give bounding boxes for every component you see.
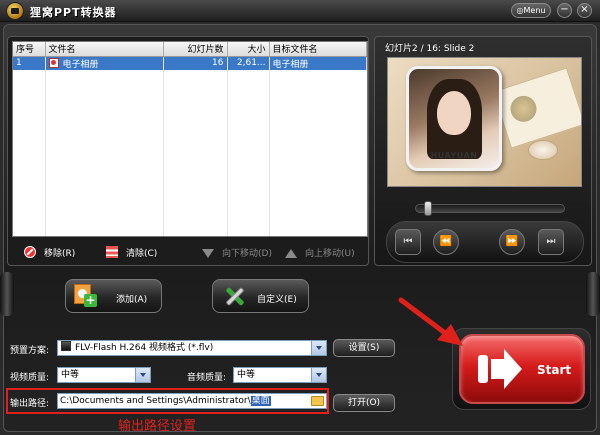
rewind-icon: ⏪ bbox=[439, 236, 453, 247]
row-file-name-cell: 电子相册 bbox=[45, 56, 164, 70]
annotation-arrow-icon bbox=[398, 297, 463, 346]
column-header-file-name[interactable]: 文件名 bbox=[45, 42, 164, 57]
column-divider bbox=[163, 57, 164, 236]
column-divider bbox=[227, 57, 228, 236]
clear-button[interactable]: 清除(C) bbox=[106, 246, 157, 262]
arrow-down-icon bbox=[202, 249, 214, 258]
shell-decoration bbox=[528, 140, 558, 160]
row-slides: 16 bbox=[163, 56, 228, 70]
preset-label: 预置方案: bbox=[10, 346, 50, 356]
preset-value: FLV-Flash H.264 视频格式 (*.flv) bbox=[75, 343, 214, 353]
file-table-header: 序号 文件名 幻灯片数 大小 目标文件名 bbox=[13, 42, 367, 57]
row-file-name: 电子相册 bbox=[62, 59, 99, 70]
chevron-down-icon[interactable] bbox=[311, 341, 326, 355]
close-button[interactable]: × bbox=[577, 3, 592, 18]
flv-icon bbox=[61, 341, 71, 351]
column-divider bbox=[269, 57, 270, 236]
row-size: 2,61... bbox=[227, 56, 270, 70]
remove-button[interactable]: 移除(R) bbox=[24, 246, 75, 262]
column-header-target-name[interactable]: 目标文件名 bbox=[269, 42, 367, 57]
portrait-face bbox=[437, 91, 471, 135]
skip-start-icon: ⏮ bbox=[403, 236, 413, 247]
customize-button[interactable]: 自定义(E) bbox=[212, 279, 309, 313]
file-list[interactable]: 序号 文件名 幻灯片数 大小 目标文件名 1 电子相册 16 2,61... 电… bbox=[12, 41, 368, 237]
photo-caption: HUAYUAN bbox=[430, 151, 478, 160]
folder-icon[interactable] bbox=[311, 396, 324, 406]
audio-quality-value: 中等 bbox=[237, 370, 256, 380]
first-slide-button[interactable]: ⏮ bbox=[395, 229, 421, 255]
slide-preview: HUAYUAN bbox=[387, 57, 582, 187]
previous-slide-button[interactable]: ⏪ bbox=[433, 229, 459, 255]
fast-forward-icon: ⏩ bbox=[505, 236, 519, 247]
move-down-label: 向下移动(D) bbox=[222, 249, 272, 259]
seek-track[interactable] bbox=[415, 204, 565, 213]
row-index: 1 bbox=[13, 56, 46, 70]
remove-icon bbox=[24, 246, 36, 258]
app-window: 狸窝PPT转换器 ◎Menu − × 序号 文件名 幻灯片数 大小 目标文件名 … bbox=[0, 0, 600, 435]
add-ppt-icon: + bbox=[74, 284, 98, 308]
title-bar[interactable]: 狸窝PPT转换器 ◎Menu − × bbox=[0, 0, 600, 22]
slide-label: 幻灯片2 / 16: Slide 2 bbox=[385, 44, 475, 54]
minimize-button[interactable]: − bbox=[557, 3, 572, 18]
app-title: 狸窝PPT转换器 bbox=[30, 6, 117, 19]
last-slide-button[interactable]: ⏭ bbox=[538, 229, 564, 255]
chevron-down-icon[interactable] bbox=[135, 368, 150, 382]
settings-button[interactable]: 设置(S) bbox=[333, 339, 395, 357]
start-label: Start bbox=[537, 363, 572, 377]
column-header-index[interactable]: 序号 bbox=[13, 42, 46, 57]
app-logo-icon bbox=[6, 2, 24, 20]
video-quality-label: 视频质量: bbox=[10, 373, 50, 383]
file-list-panel: 序号 文件名 幻灯片数 大小 目标文件名 1 电子相册 16 2,61... 电… bbox=[7, 36, 369, 266]
video-quality-value: 中等 bbox=[61, 370, 80, 380]
move-up-label: 向上移动(U) bbox=[305, 249, 355, 259]
column-header-size[interactable]: 大小 bbox=[227, 42, 270, 57]
left-side-rail bbox=[0, 272, 14, 316]
table-row[interactable]: 1 电子相册 16 2,61... 电子相册 bbox=[13, 56, 367, 70]
clear-label: 清除(C) bbox=[126, 249, 158, 259]
next-slide-button[interactable]: ⏩ bbox=[499, 229, 525, 255]
right-side-rail bbox=[586, 272, 600, 316]
output-path-label: 输出路径: bbox=[10, 399, 50, 409]
column-header-slides[interactable]: 幻灯片数 bbox=[163, 42, 228, 57]
skip-end-icon: ⏭ bbox=[546, 236, 556, 247]
file-table: 序号 文件名 幻灯片数 大小 目标文件名 1 电子相册 16 2,61... 电… bbox=[13, 42, 367, 70]
menu-label: Menu bbox=[523, 6, 546, 15]
add-button[interactable]: + 添加(A) bbox=[65, 279, 162, 313]
row-target-name[interactable]: 电子相册 bbox=[269, 56, 367, 70]
start-arrow-icon bbox=[478, 345, 522, 393]
annotation-text: 输出路径设置 bbox=[118, 419, 197, 434]
seek-thumb[interactable] bbox=[423, 201, 432, 216]
output-path-selected: 桌面 bbox=[250, 396, 271, 406]
arrow-up-icon bbox=[285, 249, 297, 258]
add-label: 添加(A) bbox=[116, 295, 148, 305]
output-path-prefix: C:\Documents and Settings\Administrator\ bbox=[60, 396, 251, 406]
move-down-button[interactable]: 向下移动(D) bbox=[202, 246, 272, 262]
chevron-down-icon[interactable] bbox=[311, 368, 326, 382]
clear-icon bbox=[106, 246, 118, 258]
customize-label: 自定义(E) bbox=[257, 295, 297, 305]
preset-select[interactable]: FLV-Flash H.264 视频格式 (*.flv) bbox=[57, 340, 327, 356]
portrait-photo: HUAYUAN bbox=[406, 66, 502, 171]
audio-quality-select[interactable]: 中等 bbox=[233, 367, 327, 383]
menu-button[interactable]: ◎Menu bbox=[511, 3, 551, 18]
output-path-field[interactable]: C:\Documents and Settings\Administrator\… bbox=[57, 393, 327, 409]
move-up-button[interactable]: 向上移动(U) bbox=[285, 246, 355, 262]
remove-label: 移除(R) bbox=[44, 249, 76, 259]
book-decoration bbox=[492, 67, 581, 149]
ppt-file-icon bbox=[48, 57, 59, 68]
column-divider bbox=[45, 57, 46, 236]
audio-quality-label: 音频质量: bbox=[187, 373, 227, 383]
video-quality-select[interactable]: 中等 bbox=[57, 367, 151, 383]
open-button[interactable]: 打开(O) bbox=[333, 394, 395, 412]
list-actions-bar: 移除(R) 清除(C) 向下移动(D) 向上移动(U) bbox=[12, 246, 367, 262]
tools-icon bbox=[222, 284, 246, 308]
menu-glyph-icon: ◎ bbox=[516, 6, 524, 15]
